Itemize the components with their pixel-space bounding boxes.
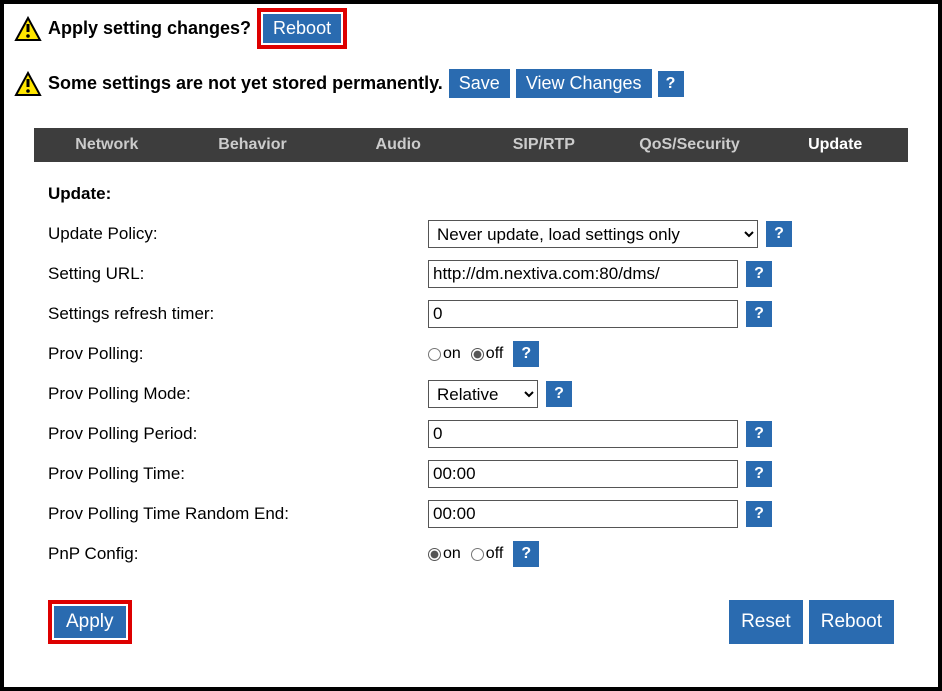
select-update-policy[interactable]: Never update, load settings only	[428, 220, 758, 248]
label-prov-polling-time: Prov Polling Time:	[48, 464, 428, 484]
help-icon[interactable]: ?	[746, 421, 772, 447]
reboot-button-footer[interactable]: Reboot	[809, 600, 894, 644]
help-icon[interactable]: ?	[746, 461, 772, 487]
footer-buttons: Apply Reset Reboot	[48, 600, 894, 644]
notice-apply-changes: Apply setting changes? Reboot	[14, 8, 928, 49]
help-icon[interactable]: ?	[546, 381, 572, 407]
tab-network[interactable]: Network	[34, 136, 180, 154]
input-prov-polling-period[interactable]	[428, 420, 738, 448]
input-prov-polling-time-random-end[interactable]	[428, 500, 738, 528]
tab-audio[interactable]: Audio	[325, 136, 471, 154]
label-prov-polling: Prov Polling:	[48, 344, 428, 364]
view-changes-button[interactable]: View Changes	[516, 69, 652, 98]
update-form: Update Policy: Never update, load settin…	[48, 214, 908, 574]
label-update-policy: Update Policy:	[48, 224, 428, 244]
notice-apply-text: Apply setting changes?	[48, 18, 251, 39]
notice-unsaved: Some settings are not yet stored permane…	[14, 69, 928, 98]
select-prov-polling-mode[interactable]: Relative	[428, 380, 538, 408]
label-refresh-timer: Settings refresh timer:	[48, 304, 428, 324]
radio-prov-polling-off-input[interactable]	[471, 348, 484, 361]
tab-update[interactable]: Update	[762, 136, 908, 154]
tab-behavior[interactable]: Behavior	[180, 136, 326, 154]
label-prov-polling-mode: Prov Polling Mode:	[48, 384, 428, 404]
reboot-highlight: Reboot	[257, 8, 347, 49]
app-frame: Apply setting changes? Reboot Some setti…	[0, 0, 942, 691]
apply-highlight: Apply	[48, 600, 132, 644]
main-content: Network Behavior Audio SIP/RTP QoS/Secur…	[14, 128, 928, 644]
label-pnp-config: PnP Config:	[48, 544, 428, 564]
tab-siprtp[interactable]: SIP/RTP	[471, 136, 617, 154]
label-setting-url: Setting URL:	[48, 264, 428, 284]
radio-pnp-on[interactable]: on	[428, 545, 461, 563]
help-icon[interactable]: ?	[766, 221, 792, 247]
help-icon[interactable]: ?	[658, 71, 684, 97]
radio-prov-polling-on-input[interactable]	[428, 348, 441, 361]
warning-icon	[14, 16, 42, 42]
section-title: Update:	[48, 184, 908, 204]
notice-unsaved-text: Some settings are not yet stored permane…	[48, 73, 443, 94]
help-icon[interactable]: ?	[746, 261, 772, 287]
apply-button[interactable]: Apply	[54, 606, 126, 638]
radio-pnp-on-input[interactable]	[428, 548, 441, 561]
reset-button[interactable]: Reset	[729, 600, 803, 644]
save-button[interactable]: Save	[449, 69, 510, 98]
radio-prov-polling-on[interactable]: on	[428, 345, 461, 363]
help-icon[interactable]: ?	[513, 541, 539, 567]
radio-prov-polling-off[interactable]: off	[471, 345, 504, 363]
input-prov-polling-time[interactable]	[428, 460, 738, 488]
input-setting-url[interactable]	[428, 260, 738, 288]
nav-bar: Network Behavior Audio SIP/RTP QoS/Secur…	[34, 128, 908, 162]
tab-qos[interactable]: QoS/Security	[617, 136, 763, 154]
reboot-button[interactable]: Reboot	[263, 14, 341, 43]
help-icon[interactable]: ?	[746, 301, 772, 327]
radio-pnp-off[interactable]: off	[471, 545, 504, 563]
label-prov-polling-time-random-end: Prov Polling Time Random End:	[48, 504, 428, 524]
label-prov-polling-period: Prov Polling Period:	[48, 424, 428, 444]
help-icon[interactable]: ?	[746, 501, 772, 527]
warning-icon	[14, 71, 42, 97]
input-refresh-timer[interactable]	[428, 300, 738, 328]
radio-pnp-off-input[interactable]	[471, 548, 484, 561]
help-icon[interactable]: ?	[513, 341, 539, 367]
